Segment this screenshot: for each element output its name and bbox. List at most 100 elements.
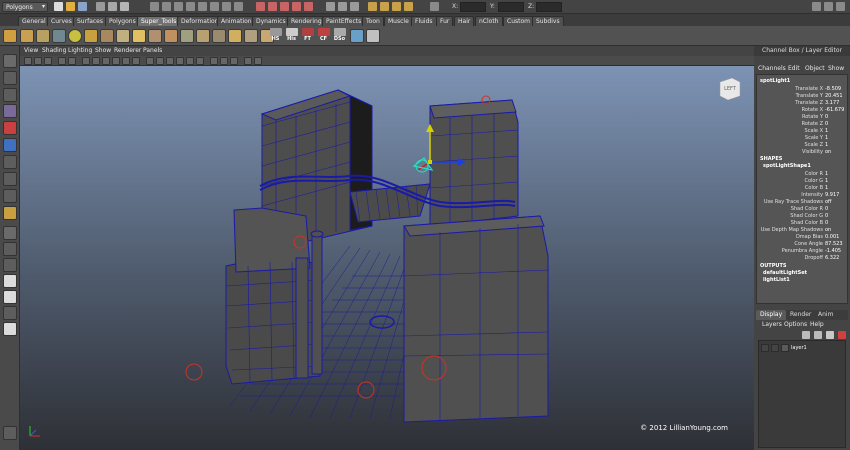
save-scene-icon[interactable] — [78, 2, 87, 11]
cb-shape-attribute-value[interactable]: -1.405 — [825, 248, 841, 254]
cb-attribute-row[interactable]: Scale X1 — [757, 128, 849, 135]
shelf-tool-7-icon[interactable] — [116, 29, 130, 43]
lasso-tool-icon[interactable] — [3, 71, 17, 85]
layer-row[interactable]: layer1 — [759, 343, 845, 353]
shelf-menu-icon[interactable] — [3, 29, 17, 43]
mask-joint-icon[interactable] — [162, 2, 171, 11]
layout-persp-graph-icon[interactable] — [3, 258, 17, 272]
shelf-tab-super-tools[interactable]: Super_Tools — [137, 16, 181, 26]
field-chart-icon[interactable] — [112, 57, 120, 65]
paint-select-tool-icon[interactable] — [3, 88, 17, 102]
textured-icon[interactable] — [176, 57, 184, 65]
shelf-tool-4-icon[interactable] — [68, 29, 82, 43]
shelf-tab-curves[interactable]: Curves — [47, 16, 76, 26]
layout-four-icon[interactable] — [3, 242, 17, 256]
render-current-frame-icon[interactable] — [380, 2, 389, 11]
cb-shape-attribute-row[interactable]: Color G1 — [757, 178, 849, 185]
xray-components-icon[interactable] — [230, 57, 238, 65]
show-manipulator-icon[interactable] — [3, 189, 17, 203]
shelf-tool-3-icon[interactable] — [52, 29, 66, 43]
wireframe-on-shaded-icon[interactable] — [166, 57, 174, 65]
toggle-tool-settings-icon[interactable] — [824, 2, 833, 11]
cb-shape-attribute-row[interactable]: Intensity 9.917 — [757, 192, 849, 199]
use-all-lights-icon[interactable] — [186, 57, 194, 65]
ipr-render-icon[interactable] — [392, 2, 401, 11]
layout-outliner-icon[interactable] — [3, 306, 17, 320]
safe-title-icon[interactable] — [132, 57, 140, 65]
wireframe-toggle-icon[interactable] — [146, 57, 154, 65]
toggle-channel-box-icon[interactable] — [836, 2, 845, 11]
grid-toggle-icon[interactable] — [68, 57, 76, 65]
select-by-object-icon[interactable] — [108, 2, 117, 11]
cb-attribute-value[interactable]: -8.509 — [825, 86, 841, 92]
open-scene-icon[interactable] — [66, 2, 75, 11]
shelf-tool-11-icon[interactable] — [180, 29, 194, 43]
cb-attribute-row[interactable]: Rotate X -61.679 — [757, 107, 849, 114]
cb-node-name[interactable]: spotLight1 — [760, 78, 790, 84]
mask-curve-icon[interactable] — [174, 2, 183, 11]
last-tool-icon[interactable] — [3, 206, 17, 220]
new-empty-layer-icon[interactable] — [826, 331, 834, 339]
high-quality-icon[interactable] — [254, 57, 262, 65]
cb-attribute-value[interactable]: 1 — [825, 135, 828, 141]
menu-set-dropdown[interactable]: Polygons ▾ — [2, 2, 48, 12]
viewport-menu-show[interactable]: Show — [95, 46, 111, 56]
cb-shape-attribute-value[interactable]: 1 — [825, 171, 828, 177]
cb-shape-attribute-value[interactable]: 0.001 — [825, 234, 839, 240]
cb-shape-attribute-value[interactable]: 9.917 — [825, 192, 839, 198]
cb-shape-attribute-value[interactable]: 1 — [825, 178, 828, 184]
shelf-tool-17-icon[interactable] — [350, 29, 364, 43]
cb-shape-attribute-row[interactable]: Dmap Bias 0.001 — [757, 234, 849, 241]
shelf-tab-polygons[interactable]: Polygons — [105, 16, 140, 26]
shelf-tool-14-icon[interactable] — [228, 29, 242, 43]
layer-menu-help[interactable]: Help — [810, 320, 824, 330]
construction-history-icon[interactable] — [350, 2, 359, 11]
output-history-icon[interactable] — [338, 2, 347, 11]
shelf-hs-button[interactable]: HS — [268, 28, 283, 44]
gate-mask-icon[interactable] — [102, 57, 110, 65]
xray-joints-icon[interactable] — [220, 57, 228, 65]
shelf-tab-surfaces[interactable]: Surfaces — [73, 16, 107, 26]
mask-render-icon[interactable] — [222, 2, 231, 11]
cb-shape-attribute-value[interactable]: on — [825, 227, 831, 233]
soft-modification-icon[interactable] — [3, 172, 17, 186]
cb-shape-attribute-value[interactable]: off — [825, 199, 832, 205]
cb-attribute-row[interactable]: Translate X -8.509 — [757, 86, 849, 93]
snap-curve-icon[interactable] — [268, 2, 277, 11]
select-by-component-icon[interactable] — [120, 2, 129, 11]
cb-attribute-value[interactable]: on — [825, 149, 831, 155]
cb-menu-show[interactable]: Show — [828, 64, 844, 74]
cb-shape-attribute-row[interactable]: Penumbra Angle -1.405 — [757, 248, 849, 255]
viewport-menu-panels[interactable]: Panels — [143, 46, 162, 56]
cb-shape-attribute-row[interactable]: Shad Color R0 — [757, 206, 849, 213]
toggle-attribute-editor-icon[interactable] — [812, 2, 821, 11]
layer-menu-options[interactable]: Options — [784, 320, 807, 330]
layer-tab-render[interactable]: Render — [786, 310, 815, 320]
viewport-menu-shading[interactable]: Shading — [42, 46, 66, 56]
cb-menu-channels[interactable]: Channels — [758, 64, 786, 74]
shadows-icon[interactable] — [196, 57, 204, 65]
cb-menu-object[interactable]: Object — [805, 64, 825, 74]
view-cube[interactable]: LEFT — [718, 76, 742, 102]
shelf-tool-10-icon[interactable] — [164, 29, 178, 43]
mask-surface-icon[interactable] — [186, 2, 195, 11]
cb-attribute-row[interactable]: Scale Z1 — [757, 142, 849, 149]
cb-shape-attribute-row[interactable]: Cone Angle 87.523 — [757, 241, 849, 248]
absolute-transform-icon[interactable] — [430, 2, 439, 11]
film-gate-icon[interactable] — [82, 57, 90, 65]
snap-grid-icon[interactable] — [256, 2, 265, 11]
x-coord-field[interactable] — [460, 2, 486, 12]
shelf-tool-12-icon[interactable] — [196, 29, 210, 43]
cb-attribute-row[interactable]: Rotate Y0 — [757, 114, 849, 121]
render-settings-icon[interactable] — [404, 2, 413, 11]
cb-shape-attribute-row[interactable]: Use Depth Map Shadows on — [757, 227, 849, 234]
shelf-his-button[interactable]: His — [284, 28, 299, 44]
cb-attribute-value[interactable]: -61.679 — [825, 107, 844, 113]
select-tool-icon[interactable] — [3, 54, 17, 68]
cb-attribute-row[interactable]: Translate Z 3.177 — [757, 100, 849, 107]
cb-output-0[interactable]: defaultLightSet — [763, 270, 807, 276]
shelf-tab-custom[interactable]: Custom — [503, 16, 534, 26]
cb-shape-attribute-value[interactable]: 87.523 — [825, 241, 843, 247]
rotate-tool-icon[interactable] — [3, 121, 17, 135]
cb-shape-attribute-row[interactable]: Use Ray Trace Shadows off — [757, 199, 849, 206]
